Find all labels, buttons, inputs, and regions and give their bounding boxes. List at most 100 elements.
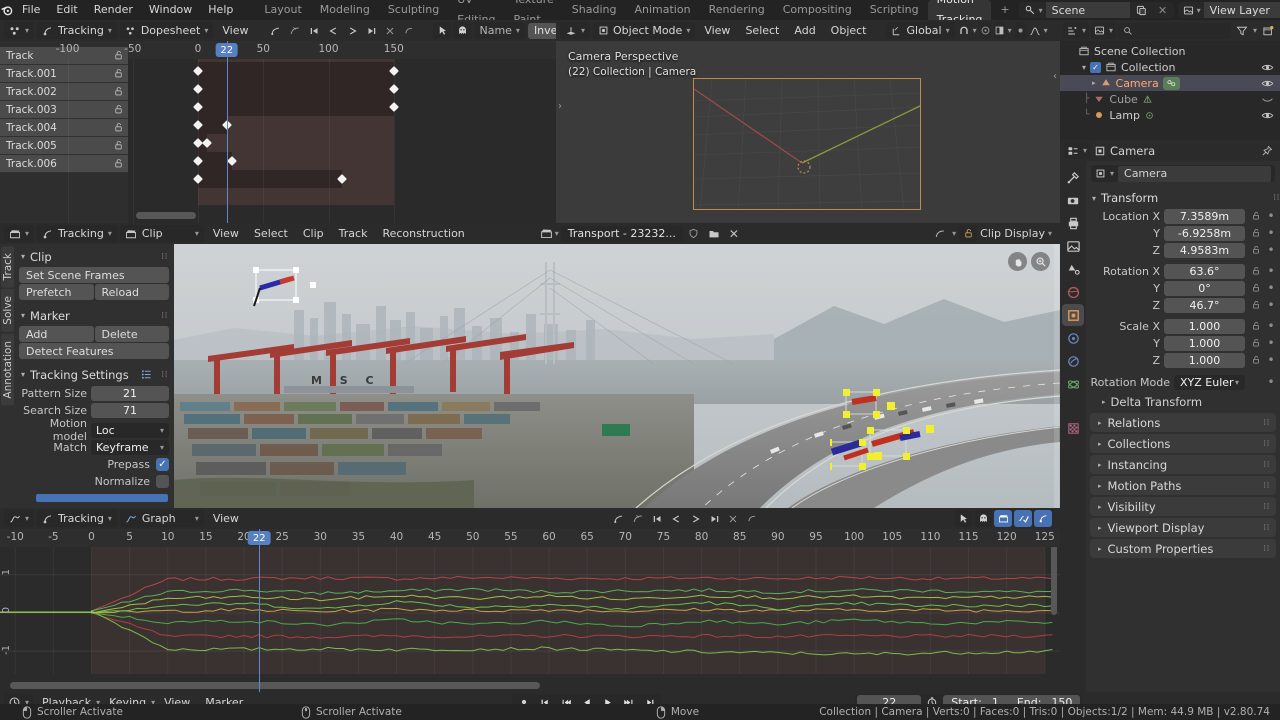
object-name-field[interactable]: ▾ Camera bbox=[1091, 165, 1275, 182]
drag-grip-icon[interactable]: ⁞⁞ bbox=[161, 252, 174, 262]
collection-checkbox[interactable]: ✓ bbox=[1090, 61, 1102, 73]
tool-tab-icon[interactable] bbox=[1062, 166, 1084, 188]
disclosure-triangle-icon[interactable]: ▾ bbox=[1092, 194, 1096, 203]
closed-panel-relations[interactable]: ▸ Relations ⁞⁞ bbox=[1090, 413, 1276, 432]
disclosure-triangle-icon[interactable]: ▸ bbox=[1098, 503, 1102, 511]
viewlayer-tab-icon[interactable] bbox=[1062, 235, 1084, 257]
animate-dot-icon[interactable]: • bbox=[1266, 243, 1276, 257]
set-scene-frames-button[interactable]: Set Scene Frames bbox=[19, 267, 169, 283]
view-layer-selector[interactable]: ▾ View Layer ✕ bbox=[1177, 2, 1280, 18]
clip-name-field[interactable]: Transport - 23232... bbox=[560, 225, 683, 242]
animate-dot-icon[interactable]: • bbox=[1266, 209, 1276, 223]
closed-panel-visibility[interactable]: ▸ Visibility ⁞⁞ bbox=[1090, 497, 1276, 516]
workspace-tab-compositing[interactable]: Compositing bbox=[774, 0, 861, 20]
jump-prev-icon[interactable] bbox=[324, 22, 342, 39]
scene-selector[interactable]: ▾ Scene ✕ bbox=[1018, 2, 1174, 18]
clip-viewport[interactable]: M S C bbox=[174, 244, 1060, 508]
eye-closed-icon[interactable] bbox=[1261, 93, 1274, 106]
graph-horizontal-scrollbar[interactable] bbox=[10, 682, 540, 689]
workspace-tab-motion-tracking[interactable]: Motion Tracking bbox=[927, 0, 992, 26]
transform-field-value[interactable]: 1.000 bbox=[1164, 335, 1245, 351]
drag-grip-icon[interactable]: ⁞⁞ bbox=[1263, 418, 1276, 428]
falloff-curve-icon[interactable] bbox=[1029, 22, 1041, 39]
selected-track-marker[interactable] bbox=[252, 266, 324, 314]
transform-field-row[interactable]: Location X 7.3589m • bbox=[1086, 208, 1280, 224]
drag-grip-icon[interactable]: ⁞⁞ bbox=[1263, 439, 1276, 449]
workspace-tab-rendering[interactable]: Rendering bbox=[700, 0, 774, 20]
ghost-icon[interactable] bbox=[453, 22, 472, 39]
animate-dot-icon[interactable]: • bbox=[1266, 319, 1276, 333]
viewport-menu-select[interactable]: Select bbox=[739, 20, 785, 41]
eye-open-icon[interactable] bbox=[1261, 61, 1274, 74]
menu-render[interactable]: Render bbox=[86, 0, 141, 20]
jump-end-icon[interactable] bbox=[362, 22, 380, 39]
graph-playhead[interactable] bbox=[259, 529, 261, 692]
jump-end-icon[interactable] bbox=[705, 510, 723, 527]
track-row[interactable]: Track.004 bbox=[0, 119, 128, 137]
animate-dot-icon[interactable]: • bbox=[1266, 281, 1276, 295]
closed-panel-viewport-display[interactable]: ▸ Viewport Display ⁞⁞ bbox=[1090, 518, 1276, 537]
closed-panels-list[interactable]: ▸ Relations ⁞⁞ ▸ Collections ⁞⁞ ▸ Instancing ⁞⁞ ▸… bbox=[1086, 413, 1280, 558]
clip-menu-clip[interactable]: Clip bbox=[297, 223, 330, 244]
rotation-mode-value[interactable]: XYZ Euler ▾ bbox=[1174, 374, 1245, 390]
viewport-sidebar-arrow-icon[interactable]: ‹ bbox=[1053, 71, 1057, 82]
clip-icon[interactable] bbox=[994, 510, 1012, 527]
viewport-collapse-arrow-icon[interactable]: › bbox=[558, 101, 562, 112]
dopesheet-playhead[interactable] bbox=[226, 41, 228, 223]
editor-type-selector[interactable]: ▾ bbox=[560, 22, 591, 39]
transform-field-value[interactable]: 1.000 bbox=[1164, 352, 1245, 368]
search-size-value[interactable]: 71 bbox=[91, 402, 169, 418]
dopesheet-scrollbar[interactable] bbox=[136, 212, 196, 219]
prefetch-button[interactable]: Prefetch bbox=[19, 284, 94, 300]
view-layer-name[interactable]: View Layer bbox=[1203, 2, 1280, 18]
pattern-size-row[interactable]: Pattern Size 21 bbox=[19, 385, 169, 401]
proportional-edit-icon[interactable] bbox=[979, 22, 991, 39]
clip-tool-tabs[interactable]: Track Solve Annotation bbox=[0, 244, 15, 508]
jump-next-icon[interactable] bbox=[686, 510, 704, 527]
x-icon[interactable]: ✕ bbox=[725, 225, 743, 242]
graph-ruler[interactable]: -10 -5 0 5 10 15 20 25 30 35 40 45 50 55 60 65 70 75 80 85 9… bbox=[0, 529, 1060, 547]
transform-field-row[interactable]: Rotation X 63.6° • bbox=[1086, 263, 1280, 279]
texture-tab-icon[interactable] bbox=[1062, 417, 1084, 439]
disclosure-triangle-icon[interactable]: ▾ bbox=[21, 252, 25, 261]
graph-mode-selector[interactable]: Tracking ▾ bbox=[37, 510, 117, 527]
transform-orientation-selector[interactable]: Global ▾ bbox=[885, 22, 955, 39]
animate-dot-icon[interactable]: • bbox=[1266, 375, 1276, 389]
match-row[interactable]: Match Keyframe ▾ bbox=[19, 439, 169, 455]
menu-file[interactable]: File bbox=[14, 0, 48, 20]
transform-field-row[interactable]: Z 1.000 • bbox=[1086, 352, 1280, 368]
graph-vertical-scrollbar[interactable] bbox=[1051, 545, 1057, 615]
unlocked-icon[interactable] bbox=[113, 50, 124, 61]
outliner-display-mode[interactable]: ▾ bbox=[1063, 22, 1090, 39]
track-row[interactable]: Track.001 bbox=[0, 65, 128, 83]
add-workspace-button[interactable]: + bbox=[991, 0, 1018, 20]
closed-panel-custom-properties[interactable]: ▸ Custom Properties ⁞⁞ bbox=[1090, 539, 1276, 558]
dopesheet-ruler[interactable]: -100 -50 0 50 100 150 bbox=[56, 41, 556, 59]
printer-tab-icon[interactable] bbox=[1062, 212, 1084, 234]
transform-field-row[interactable]: Y 1.000 • bbox=[1086, 335, 1280, 351]
workspace-tab-modeling[interactable]: Modeling bbox=[311, 0, 379, 20]
zoom-icon[interactable] bbox=[1031, 252, 1050, 271]
filter-arrow-icon[interactable] bbox=[433, 22, 452, 39]
transform-field-row[interactable]: Y -6.9258m • bbox=[1086, 225, 1280, 241]
track-row[interactable]: Track.005 bbox=[0, 137, 128, 155]
unlocked-icon[interactable] bbox=[113, 68, 124, 79]
workspace-tab-animation[interactable]: Animation bbox=[625, 0, 699, 20]
match-value[interactable]: Keyframe ▾ bbox=[91, 439, 169, 455]
transform-field-value[interactable]: 7.3589m bbox=[1164, 208, 1245, 224]
clip-view-selector[interactable]: Clip ▾ bbox=[119, 225, 204, 242]
unlocked-icon[interactable] bbox=[1249, 338, 1262, 348]
transform-field-row[interactable]: Z 46.7° • bbox=[1086, 297, 1280, 313]
workspace-tab-texture-paint[interactable]: Texture Paint bbox=[505, 0, 563, 26]
clip-tab-track[interactable]: Track bbox=[1, 246, 15, 288]
animate-dot-icon[interactable]: • bbox=[1266, 353, 1276, 367]
closed-panel-instancing[interactable]: ▸ Instancing ⁞⁞ bbox=[1090, 455, 1276, 474]
graph-menu-view[interactable]: View bbox=[207, 508, 245, 529]
prepass-checkbox[interactable]: ✓ bbox=[156, 457, 169, 471]
dopesheet-channel-list[interactable]: Track Track.001 Track.002 Track.003 Trac… bbox=[0, 41, 128, 223]
rotation-mode-row[interactable]: Rotation Mode XYZ Euler ▾ • bbox=[1086, 374, 1280, 390]
animate-dot-icon[interactable]: • bbox=[1266, 264, 1276, 278]
tracking-settings-panel-header[interactable]: ▾ Tracking Settings ⁞⁞ bbox=[14, 365, 174, 384]
viewport-canvas[interactable]: Camera Perspective (22) Collection | Cam… bbox=[556, 41, 1060, 223]
jump-next-icon[interactable] bbox=[343, 22, 361, 39]
